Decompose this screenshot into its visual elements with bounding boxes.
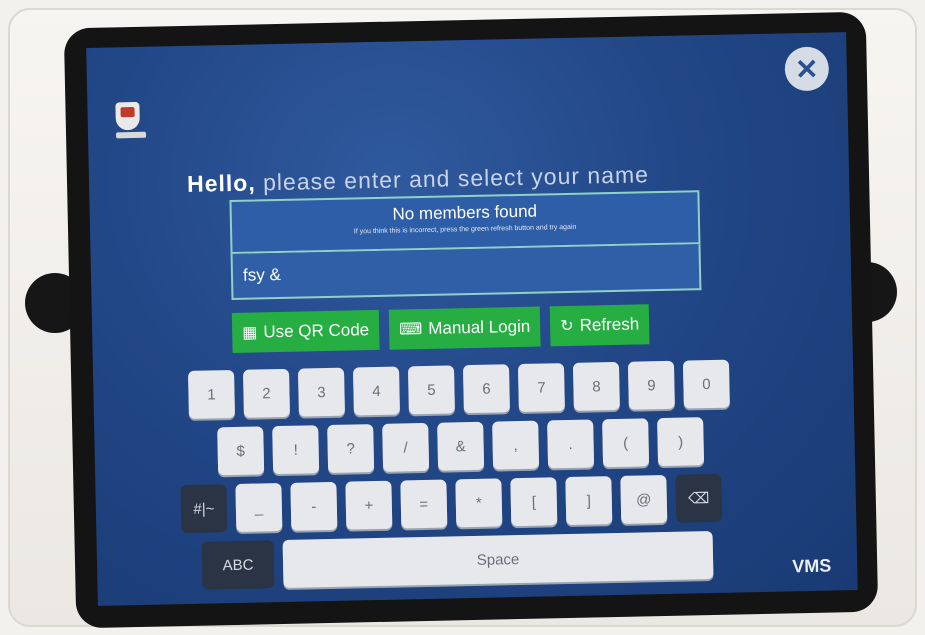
app-logo (115, 101, 147, 143)
key-space[interactable]: Space (282, 530, 714, 588)
manual-login-label: Manual Login (428, 316, 531, 338)
key-0[interactable]: 0 (682, 359, 730, 409)
key-9[interactable]: 9 (627, 360, 675, 410)
key-dollar[interactable]: $ (217, 426, 265, 476)
key-asterisk[interactable]: * (455, 478, 503, 528)
app-screen: ✕ Hello, please enter and select your na… (86, 32, 858, 606)
key-close-paren[interactable]: ) (657, 417, 705, 467)
key-8[interactable]: 8 (572, 361, 620, 411)
key-close-bracket[interactable]: ] (565, 476, 613, 526)
key-slash[interactable]: / (382, 422, 430, 472)
refresh-button[interactable]: ↻ Refresh (549, 304, 650, 347)
on-screen-keyboard: 1 2 3 4 5 6 7 8 9 0 $ ! ? / & , . ( ) #|… (180, 359, 782, 590)
key-3[interactable]: 3 (297, 367, 345, 417)
refresh-label: Refresh (579, 314, 640, 335)
key-minus[interactable]: - (290, 481, 338, 531)
search-status: No members found If you think this is in… (229, 190, 701, 255)
key-open-bracket[interactable]: [ (510, 477, 558, 527)
backspace-key[interactable]: ⌫ (675, 473, 723, 523)
greeting-hello: Hello, (186, 169, 256, 197)
key-5[interactable]: 5 (407, 365, 455, 415)
refresh-icon: ↻ (560, 317, 574, 336)
keyboard-icon: ⌨ (398, 321, 423, 339)
use-qr-code-button[interactable]: ▦ Use QR Code (231, 309, 380, 353)
tablet-bezel: ✕ Hello, please enter and select your na… (63, 11, 879, 629)
key-comma[interactable]: , (492, 420, 540, 470)
key-period[interactable]: . (547, 419, 595, 469)
action-buttons: ▦ Use QR Code ⌨ Manual Login ↻ Refresh (231, 304, 650, 353)
key-underscore[interactable]: _ (235, 483, 283, 532)
key-equals[interactable]: = (400, 479, 448, 529)
qr-icon: ▦ (242, 324, 258, 342)
vms-brand-logo: VMS (792, 555, 832, 577)
key-abc[interactable]: ABC (201, 540, 275, 590)
key-2[interactable]: 2 (242, 368, 290, 418)
key-question[interactable]: ? (327, 424, 375, 474)
key-4[interactable]: 4 (352, 366, 400, 416)
key-7[interactable]: 7 (517, 363, 565, 413)
key-at[interactable]: @ (620, 474, 668, 524)
key-1[interactable]: 1 (188, 369, 235, 419)
manual-login-button[interactable]: ⌨ Manual Login (388, 306, 541, 350)
key-symbols-toggle[interactable]: #|~ (180, 484, 228, 534)
shield-icon (115, 101, 140, 131)
key-ampersand[interactable]: & (437, 421, 485, 471)
backspace-icon: ⌫ (688, 490, 710, 508)
use-qr-code-label: Use QR Code (263, 320, 370, 342)
key-open-paren[interactable]: ( (602, 418, 650, 468)
greeting-prompt: please enter and select your name (262, 161, 650, 196)
key-exclamation[interactable]: ! (272, 425, 320, 475)
key-6[interactable]: 6 (462, 364, 510, 414)
member-search-panel: No members found If you think this is in… (229, 190, 702, 301)
language-flag-icon[interactable]: ✕ (784, 46, 830, 92)
name-search-input[interactable]: fsy & (230, 244, 702, 301)
key-plus[interactable]: + (345, 480, 393, 530)
